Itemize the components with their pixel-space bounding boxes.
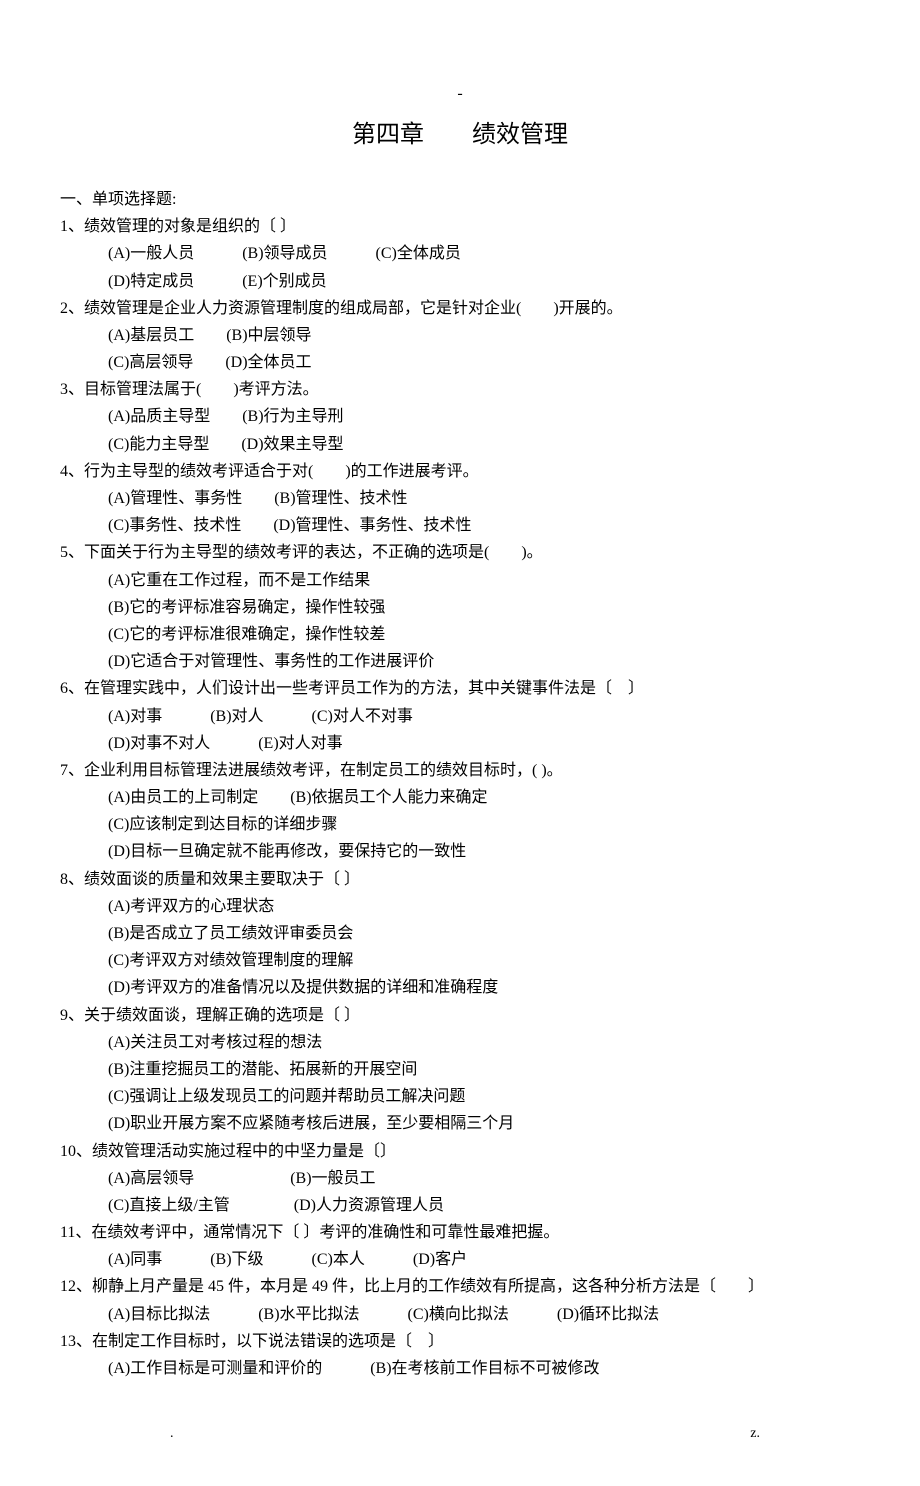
option-line: (A)一般人员 (B)领导成员 (C)全体成员 [60, 240, 860, 267]
question-stem: 5、下面关于行为主导型的绩效考评的表达，不正确的选项是( )。 [60, 539, 860, 566]
option-line: (D)职业开展方案不应紧随考核后进展，至少要相隔三个月 [60, 1110, 860, 1137]
option-line: (C)应该制定到达目标的详细步骤 [60, 811, 860, 838]
option-line: (A)工作目标是可测量和评价的 (B)在考核前工作目标不可被修改 [60, 1355, 860, 1382]
option-line: (B)是否成立了员工绩效评审委员会 [60, 920, 860, 947]
option-line: (C)考评双方对绩效管理制度的理解 [60, 947, 860, 974]
footer-left: . [170, 1422, 174, 1446]
option-line: (A)高层领导 (B)一般员工 [60, 1165, 860, 1192]
option-line: (D)它适合于对管理性、事务性的工作进展评价 [60, 648, 860, 675]
option-line: (C)强调让上级发现员工的问题并帮助员工解决问题 [60, 1083, 860, 1110]
option-line: (C)事务性、技术性 (D)管理性、事务性、技术性 [60, 512, 860, 539]
footer-right: z. [750, 1422, 760, 1446]
option-line: (D)对事不对人 (E)对人对事 [60, 730, 860, 757]
top-mark: - [60, 80, 860, 107]
option-line: (A)管理性、事务性 (B)管理性、技术性 [60, 485, 860, 512]
option-line: (C)能力主导型 (D)效果主导型 [60, 431, 860, 458]
question-stem: 3、目标管理法属于( )考评方法。 [60, 376, 860, 403]
question-stem: 9、关于绩效面谈，理解正确的选项是〔 〕 [60, 1002, 860, 1029]
option-line: (D)特定成员 (E)个别成员 [60, 268, 860, 295]
option-line: (A)目标比拟法 (B)水平比拟法 (C)横向比拟法 (D)循环比拟法 [60, 1301, 860, 1328]
option-line: (A)它重在工作过程，而不是工作结果 [60, 567, 860, 594]
option-line: (A)品质主导型 (B)行为主导刑 [60, 403, 860, 430]
question-stem: 8、绩效面谈的质量和效果主要取决于〔 〕 [60, 866, 860, 893]
question-stem: 11、在绩效考评中，通常情况下〔 〕考评的准确性和可靠性最难把握。 [60, 1219, 860, 1246]
option-line: (A)由员工的上司制定 (B)依据员工个人能力来确定 [60, 784, 860, 811]
option-line: (A)对事 (B)对人 (C)对人不对事 [60, 703, 860, 730]
page-footer: . z. [60, 1422, 860, 1446]
question-stem: 10、绩效管理活动实施过程中的中坚力量是〔〕 [60, 1138, 860, 1165]
question-list: 1、绩效管理的对象是组织的〔 〕(A)一般人员 (B)领导成员 (C)全体成员(… [60, 213, 860, 1382]
option-line: (A)基层员工 (B)中层领导 [60, 322, 860, 349]
question-stem: 7、企业利用目标管理法进展绩效考评，在制定员工的绩效目标时，( )。 [60, 757, 860, 784]
question-stem: 1、绩效管理的对象是组织的〔 〕 [60, 213, 860, 240]
question-stem: 6、在管理实践中，人们设计出一些考评员工作为的方法，其中关键事件法是〔 〕 [60, 675, 860, 702]
option-line: (C)高层领导 (D)全体员工 [60, 349, 860, 376]
question-stem: 2、绩效管理是企业人力资源管理制度的组成局部，它是针对企业( )开展的。 [60, 295, 860, 322]
option-line: (C)直接上级/主管 (D)人力资源管理人员 [60, 1192, 860, 1219]
question-stem: 4、行为主导型的绩效考评适合于对( )的工作进展考评。 [60, 458, 860, 485]
section-heading: 一、单项选择题: [60, 186, 860, 213]
option-line: (A)考评双方的心理状态 [60, 893, 860, 920]
option-line: (A)关注员工对考核过程的想法 [60, 1029, 860, 1056]
option-line: (D)目标一旦确定就不能再修改，要保持它的一致性 [60, 838, 860, 865]
option-line: (B)它的考评标准容易确定，操作性较强 [60, 594, 860, 621]
question-stem: 13、在制定工作目标时，以下说法错误的选项是〔 〕 [60, 1328, 860, 1355]
chapter-title: 第四章 绩效管理 [60, 115, 860, 156]
option-line: (D)考评双方的准备情况以及提供数据的详细和准确程度 [60, 974, 860, 1001]
option-line: (B)注重挖掘员工的潜能、拓展新的开展空间 [60, 1056, 860, 1083]
option-line: (C)它的考评标准很难确定，操作性较差 [60, 621, 860, 648]
option-line: (A)同事 (B)下级 (C)本人 (D)客户 [60, 1246, 860, 1273]
question-stem: 12、柳静上月产量是 45 件，本月是 49 件，比上月的工作绩效有所提高，这各… [60, 1273, 860, 1300]
